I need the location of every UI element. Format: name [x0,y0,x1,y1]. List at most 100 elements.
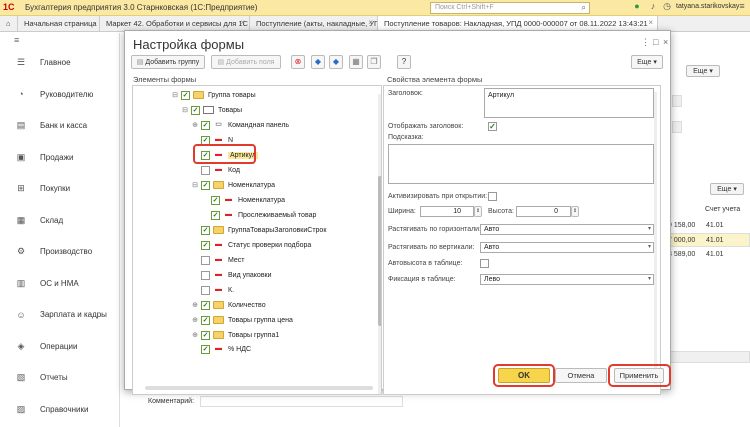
home-icon[interactable]: ⌂ [0,16,18,32]
add-group-button[interactable]: ▤ Добавить группу [131,55,205,69]
hint-input[interactable] [388,144,654,184]
checkbox[interactable]: ✓ [211,210,220,220]
expand-icon[interactable]: ⊕ [191,301,199,309]
tree-row[interactable]: ⊟ ✓ Товары [181,103,242,117]
sidebar-item-bank[interactable]: ▤ Банк и касса [0,110,119,142]
sidebar-item-sales[interactable]: ▣ Продажи [0,142,119,174]
sidebar-item-main[interactable]: ☰ Главное [0,47,119,79]
move-up-icon[interactable]: ◆ [311,55,325,69]
collapse-icon[interactable]: ⊟ [171,91,179,99]
search-icon: ⌕ [581,3,586,12]
expand-icon[interactable]: ⊕ [191,331,199,339]
sidebar-collapse-icon[interactable]: ≡ [0,33,119,47]
checkbox[interactable]: ✓ [201,330,210,340]
collapse-icon[interactable]: ⊟ [191,181,199,189]
stretch-h-select[interactable]: Авто ▾ [480,224,654,235]
horizontal-scrollbar[interactable] [145,386,373,390]
props-scrollbar[interactable] [654,92,657,384]
sidebar-item-salary[interactable]: ☺ Зарплата и кадры [0,299,119,331]
checkbox[interactable]: ✓ [201,315,210,325]
close-icon[interactable]: × [240,18,245,27]
checkbox[interactable]: ✓ [191,105,200,115]
bell-icon[interactable]: ♪ [646,1,660,15]
tree-row[interactable]: ⊕ ✓ Товары группа цена [191,313,293,327]
bg-field[interactable] [672,121,682,133]
autoheight-checkbox[interactable] [480,259,489,268]
bg-field[interactable] [672,95,682,107]
tree-row[interactable]: ▬ Мест [191,253,245,267]
notification-icon[interactable]: ● [630,1,644,15]
checkbox[interactable] [201,255,210,265]
collapse-icon[interactable]: ⊟ [181,106,189,114]
checkbox[interactable]: ✓ [201,120,210,130]
tree-row[interactable]: ✓ ГруппаТоварыЗаголовкиСтрок [191,223,326,237]
caption-input[interactable]: Артикул [484,88,654,118]
tree-row[interactable]: ⊟ ✓ Номенклатура [191,178,275,192]
checkbox[interactable]: ✓ [201,300,210,310]
sidebar-item-warehouse[interactable]: ▦ Склад [0,205,119,237]
tree-row[interactable]: ▬ К. [191,283,234,297]
sidebar-item-operations[interactable]: ◈ Операции [0,331,119,363]
checkbox[interactable]: ✓ [201,225,210,235]
fix-select[interactable]: Лево ▾ [480,274,654,285]
stretch-v-select[interactable]: Авто ▾ [480,242,654,253]
tree-row[interactable]: ▬ Вид упаковки [191,268,272,282]
history-icon[interactable]: ◷ [660,1,674,15]
close-icon[interactable]: × [648,18,653,27]
help-button[interactable]: ? [397,55,411,69]
sidebar-item-directories[interactable]: ▨ Справочники [0,394,119,426]
delete-icon[interactable]: ⊗ [291,55,305,69]
menu-icon[interactable]: ≡ [735,1,749,15]
tree-row[interactable]: ⊕ ✓ Количество [191,298,266,312]
checkbox[interactable]: ✓ [181,90,190,100]
sidebar-item-manager[interactable]: ◔ Руководителю [0,79,119,111]
checkbox[interactable] [201,270,210,280]
more-options-icon[interactable]: ⋮ [641,37,650,48]
sidebar-item-purchases[interactable]: ⊞ Покупки [0,173,119,205]
tree-row[interactable]: ⊕ ✓ ▭ Командная панель [191,118,289,132]
width-stepper[interactable]: ⇕ [474,206,482,217]
form-settings-dialog: Настройка формы ⋮ □ × ▤ Добавить группу ▤… [124,30,671,395]
activate-checkbox[interactable] [488,192,497,201]
expand-icon[interactable]: ⊕ [191,316,199,324]
properties-icon[interactable]: ▦ [349,55,363,69]
expand-icon[interactable]: ⊕ [191,121,199,129]
more-button-table[interactable]: Еще ▾ [710,183,744,195]
move-down-icon[interactable]: ◆ [329,55,343,69]
height-stepper[interactable]: ⇕ [571,206,579,217]
tab-home[interactable]: Начальная страница [18,16,100,32]
maximize-icon[interactable]: □ [653,37,658,47]
tree-row[interactable]: ✓ ▬ Номенклатура [201,193,285,207]
more-button[interactable]: Еще ▾ [631,55,663,69]
checkbox[interactable]: ✓ [211,195,220,205]
tree-row[interactable]: ⊕ ✓ Товары группа1 [191,328,279,342]
tree-row[interactable]: ✓ ▬ Прослеживаемый товар [201,208,316,222]
add-field-button[interactable]: ▤ Добавить поля [211,55,281,69]
cancel-button[interactable]: Отмена [555,368,607,383]
height-input[interactable]: 0 [516,206,571,217]
copy-icon[interactable]: ❐ [367,55,381,69]
search-input[interactable]: Поиск Ctrl+Shift+F ⌕ [430,2,590,14]
checkbox[interactable]: ✓ [201,240,210,250]
more-button[interactable]: Еще ▾ [686,65,720,77]
tree-row[interactable]: ✓ ▬% НДС [191,342,251,356]
close-icon[interactable]: × [368,18,373,27]
elements-tree[interactable]: ⊟ ✓ Группа товары ⊟ ✓ Товары ⊕ ✓ ▭ Командная па… [132,85,382,395]
sidebar-item-production[interactable]: ⚙ Производство [0,236,119,268]
properties-panel: Заголовок: Артикул Отображать заголовок:… [383,85,661,395]
close-icon[interactable]: × [663,37,668,47]
checkbox[interactable] [201,165,210,175]
user-name[interactable]: tatyana.starikovskay [676,3,739,10]
tree-row[interactable]: ⊟ ✓ Группа товары [171,88,256,102]
tree-row[interactable]: ✓ ▬ Статус проверки подбора [191,238,311,252]
scrollbar-thumb[interactable] [378,176,381,326]
checkbox[interactable] [201,285,210,295]
checkbox[interactable]: ✓ [201,180,210,190]
sidebar-item-assets[interactable]: ▥ ОС и НМА [0,268,119,300]
width-input[interactable]: 10 [420,206,474,217]
comment-input[interactable] [200,396,403,407]
tree-row[interactable]: ▬ Код [191,163,240,177]
checkbox[interactable]: ✓ [201,344,210,354]
show-caption-checkbox[interactable]: ✓ [488,122,497,131]
sidebar-item-reports[interactable]: ▧ Отчеты [0,362,119,394]
